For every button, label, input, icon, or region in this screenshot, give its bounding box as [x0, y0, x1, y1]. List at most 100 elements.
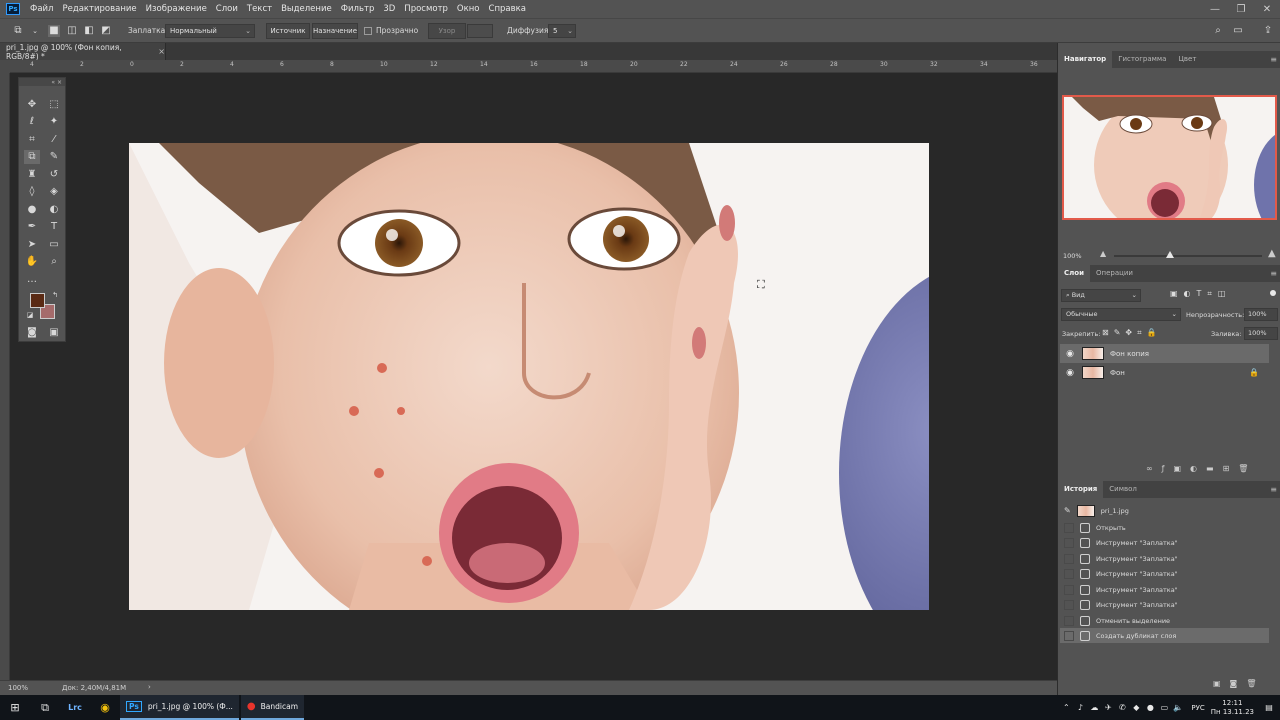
- language-indicator[interactable]: РУС: [1191, 704, 1204, 712]
- zoom-out-icon[interactable]: ▲: [1100, 249, 1106, 258]
- onedrive-icon[interactable]: ☁: [1087, 703, 1101, 712]
- tab-navigator[interactable]: Навигатор: [1058, 51, 1113, 68]
- patch-tool-preset-icon[interactable]: ⧉: [12, 25, 24, 37]
- layers-footer-icons[interactable]: ∞ƒ▣◐▬⊞🗑: [1146, 464, 1257, 473]
- search-icon[interactable]: ⌕: [1212, 25, 1224, 37]
- minimize-button[interactable]: —: [1202, 0, 1228, 18]
- tab-layers[interactable]: Слои: [1058, 265, 1090, 282]
- pattern-picker[interactable]: [467, 24, 493, 38]
- type-tool-icon[interactable]: T: [46, 220, 62, 234]
- toolbox-header[interactable]: « ×: [19, 78, 65, 86]
- panel-menu-icon[interactable]: ≡: [1270, 269, 1277, 278]
- paint-bucket-tool-icon[interactable]: ◈: [46, 185, 62, 199]
- canvas-area[interactable]: ⛶: [10, 73, 1057, 680]
- microphone-icon[interactable]: ♪: [1073, 703, 1087, 712]
- screen-mode-icon[interactable]: ▣: [46, 326, 62, 340]
- history-footer-icons[interactable]: ▣◙🗑: [1213, 679, 1265, 688]
- history-item[interactable]: Инструмент "Заплатка": [1060, 597, 1269, 612]
- panel-menu-icon[interactable]: ≡: [1270, 55, 1277, 64]
- volume-icon[interactable]: 🔈: [1171, 703, 1185, 712]
- blend-mode-select[interactable]: Обычные ⌄: [1061, 308, 1181, 321]
- chevron-down-icon[interactable]: ⌄: [29, 25, 41, 37]
- dodge-tool-icon[interactable]: ◐: [46, 203, 62, 217]
- record-icon[interactable]: ●: [1143, 703, 1157, 712]
- tab-color[interactable]: Цвет: [1172, 51, 1202, 68]
- document-tab[interactable]: pri_1.jpg @ 100% (Фон копия, RGB/8#) * ×: [0, 43, 166, 61]
- eye-icon[interactable]: ◉: [1064, 368, 1076, 378]
- menu-layers[interactable]: Слои: [216, 4, 238, 14]
- photoshop-logo-icon[interactable]: Ps: [6, 3, 20, 15]
- move-tool-icon[interactable]: ✥: [24, 98, 40, 112]
- tab-history[interactable]: История: [1058, 481, 1104, 498]
- menu-3d[interactable]: 3D: [383, 4, 395, 14]
- menu-edit[interactable]: Редактирование: [62, 4, 136, 14]
- history-checkbox[interactable]: [1064, 584, 1074, 595]
- history-item[interactable]: Инструмент "Заплатка": [1060, 551, 1269, 566]
- zoom-tool-icon[interactable]: ⌕: [46, 255, 62, 269]
- history-checkbox[interactable]: [1064, 630, 1074, 641]
- menu-select[interactable]: Выделение: [281, 4, 332, 14]
- marquee-tool-icon[interactable]: ⬚: [46, 98, 62, 112]
- pen-tool-icon[interactable]: ✒: [24, 220, 40, 234]
- restore-button[interactable]: ❐: [1228, 0, 1254, 18]
- eye-icon[interactable]: ◉: [1064, 349, 1076, 359]
- crop-tool-icon[interactable]: ⌗: [24, 133, 40, 147]
- history-checkbox[interactable]: [1064, 522, 1074, 533]
- hand-tool-icon[interactable]: ✋: [24, 255, 40, 269]
- navigator-preview[interactable]: [1062, 95, 1277, 220]
- app-tray-icon[interactable]: ◆: [1129, 703, 1143, 712]
- taskbar-app-bandicam[interactable]: ● Bandicam: [240, 695, 305, 720]
- layer-filter-icons[interactable]: ▣◐T⌗◫: [1170, 289, 1232, 299]
- menu-filter[interactable]: Фильтр: [341, 4, 375, 14]
- stamp-tool-icon[interactable]: ♜: [24, 168, 40, 182]
- close-tab-icon[interactable]: ×: [158, 47, 165, 56]
- new-selection-icon[interactable]: ■: [48, 25, 60, 37]
- navigator-zoom[interactable]: 100%: [1063, 252, 1082, 260]
- history-checkbox[interactable]: [1064, 615, 1074, 626]
- history-item[interactable]: Открыть: [1060, 520, 1269, 535]
- quick-mask-icon[interactable]: ◙: [24, 326, 40, 340]
- rectangle-tool-icon[interactable]: ▭: [46, 238, 62, 252]
- tab-actions[interactable]: Операции: [1090, 265, 1139, 282]
- more-tools-icon[interactable]: …: [24, 273, 40, 287]
- tab-histogram[interactable]: Гистограмма: [1112, 51, 1172, 68]
- navigator-zoom-slider[interactable]: [1114, 251, 1262, 258]
- lightroom-icon[interactable]: Lrc: [60, 695, 90, 720]
- swap-colors-icon[interactable]: ↰: [47, 288, 63, 302]
- patch-mode-select[interactable]: Нормальный ⌄: [165, 24, 255, 38]
- menu-type[interactable]: Текст: [247, 4, 272, 14]
- brush-tool-icon[interactable]: ✎: [46, 150, 62, 164]
- destination-button[interactable]: Назначение: [312, 23, 358, 39]
- menu-help[interactable]: Справка: [489, 4, 526, 14]
- layer-row-background-copy[interactable]: ◉ Фон копия: [1060, 344, 1269, 363]
- close-button[interactable]: ✕: [1254, 0, 1280, 18]
- slider-thumb[interactable]: [1166, 251, 1175, 258]
- transparent-checkbox[interactable]: [364, 27, 372, 35]
- history-item[interactable]: Инструмент "Заплатка": [1060, 566, 1269, 581]
- history-item[interactable]: Инструмент "Заплатка": [1060, 582, 1269, 597]
- workspace-icon[interactable]: ▭: [1232, 25, 1244, 37]
- menu-view[interactable]: Просмотр: [404, 4, 448, 14]
- path-select-tool-icon[interactable]: ➤: [24, 238, 40, 252]
- diffusion-field[interactable]: 5 ⌄: [548, 24, 576, 38]
- clock[interactable]: 12:11 Пн 13.11.23: [1211, 699, 1254, 717]
- history-checkbox[interactable]: [1064, 599, 1074, 610]
- default-colors-icon[interactable]: ◪: [22, 308, 38, 322]
- windows-start-icon[interactable]: ⊞: [0, 695, 30, 720]
- status-menu-icon[interactable]: ›: [148, 683, 151, 691]
- network-icon[interactable]: ▭: [1157, 703, 1171, 712]
- document-image[interactable]: [129, 143, 929, 610]
- history-item[interactable]: Инструмент "Заплатка": [1060, 535, 1269, 550]
- foreground-color-swatch[interactable]: [30, 293, 45, 308]
- tab-character[interactable]: Символ: [1103, 481, 1143, 498]
- pattern-button[interactable]: Узор: [428, 23, 466, 39]
- opacity-field[interactable]: 100%: [1244, 308, 1278, 321]
- chrome-icon[interactable]: ◉: [90, 695, 120, 720]
- task-view-icon[interactable]: ⧉: [30, 695, 60, 720]
- history-checkbox[interactable]: [1064, 537, 1074, 548]
- lasso-tool-icon[interactable]: ℓ: [24, 115, 40, 129]
- magic-wand-tool-icon[interactable]: ✦: [46, 115, 62, 129]
- telegram-icon[interactable]: ✈: [1101, 703, 1115, 712]
- history-item[interactable]: Отменить выделение: [1060, 613, 1269, 628]
- zoom-level[interactable]: 100%: [8, 684, 28, 692]
